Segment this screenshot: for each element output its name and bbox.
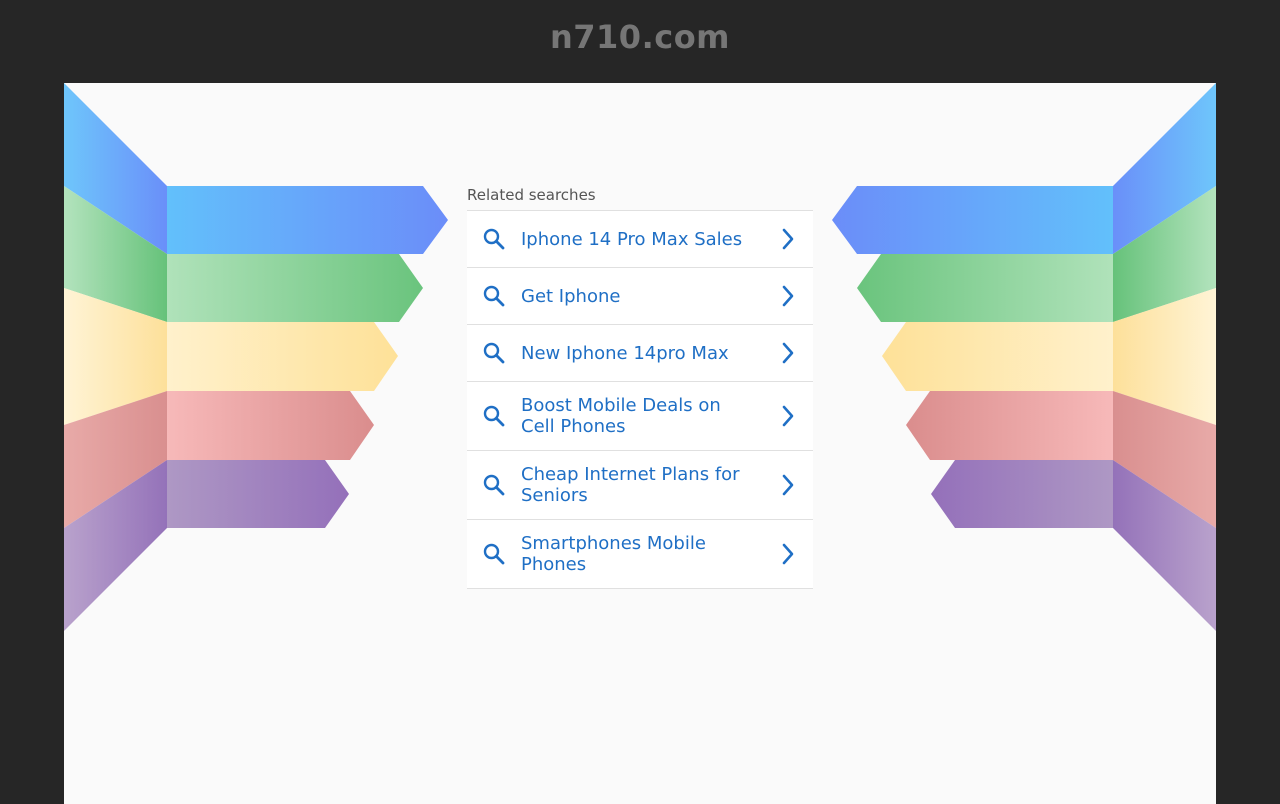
- related-search-link[interactable]: New Iphone 14pro Max: [467, 325, 813, 382]
- main-content: Related searches Iphone 14 Pro Max Sales…: [64, 83, 1216, 804]
- related-searches-panel: Related searches Iphone 14 Pro Max Sales…: [467, 183, 813, 589]
- related-search-label: Smartphones Mobile Phones: [521, 533, 706, 575]
- related-search-link[interactable]: Get Iphone: [467, 268, 813, 325]
- chevron-right-icon: [763, 228, 813, 250]
- domain-title: n710.com: [549, 18, 731, 56]
- related-search-link[interactable]: Smartphones Mobile Phones: [467, 520, 813, 589]
- related-search-link[interactable]: Boost Mobile Deals on Cell Phones: [467, 382, 813, 451]
- search-icon: [467, 404, 521, 428]
- chevron-right-icon: [763, 285, 813, 307]
- related-searches-heading: Related searches: [467, 183, 813, 211]
- search-icon: [467, 284, 521, 308]
- chevron-right-icon: [763, 543, 813, 565]
- related-search-label: Get Iphone: [521, 285, 621, 307]
- right-ribbon-group: [832, 83, 1216, 631]
- header-bar: n710.com: [0, 0, 1280, 83]
- chevron-right-icon: [763, 405, 813, 427]
- related-search-link[interactable]: Cheap Internet Plans for Seniors: [467, 451, 813, 520]
- related-search-label: New Iphone 14pro Max: [521, 342, 729, 364]
- related-search-link[interactable]: Iphone 14 Pro Max Sales: [467, 211, 813, 268]
- related-search-label: Iphone 14 Pro Max Sales: [521, 228, 743, 250]
- related-search-label: Cheap Internet Plans for Seniors: [521, 464, 740, 506]
- related-search-label: Boost Mobile Deals on Cell Phones: [521, 395, 721, 437]
- search-icon: [467, 473, 521, 497]
- left-ribbon-group: [64, 83, 448, 631]
- search-icon: [467, 542, 521, 566]
- chevron-right-icon: [763, 474, 813, 496]
- chevron-right-icon: [763, 342, 813, 364]
- search-icon: [467, 227, 521, 251]
- search-icon: [467, 341, 521, 365]
